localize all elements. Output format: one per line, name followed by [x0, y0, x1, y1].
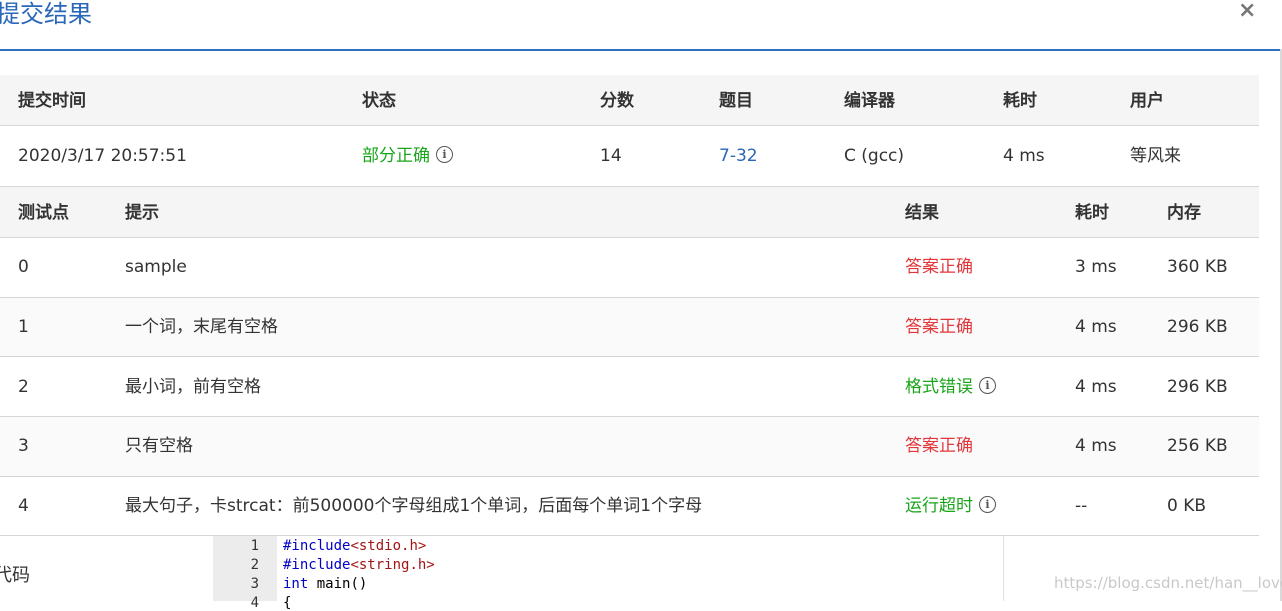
watermark: https://blog.csdn.net/han__love [1054, 574, 1282, 592]
line-number: 2 [250, 557, 259, 573]
testcase-result: 答案正确 [905, 257, 973, 277]
testcase-memory: 296 KB [1167, 317, 1228, 337]
testcase-id: 0 [18, 257, 29, 277]
code-line[interactable]: #include<stdio.h> [283, 538, 426, 554]
testcase-elapsed: -- [1075, 496, 1088, 516]
header-submit-time: 提交时间 [18, 91, 86, 111]
row-divider [0, 186, 1259, 187]
header-status: 状态 [362, 91, 396, 111]
code-header: <stdio.h> [350, 538, 427, 554]
line-number: 1 [250, 538, 259, 554]
header-testcase: 测试点 [18, 203, 69, 223]
info-circle-icon[interactable]: i [979, 495, 996, 513]
testcase-result: 答案正确 [905, 317, 973, 337]
row-divider [0, 237, 1259, 238]
testcase-memory: 0 KB [1167, 496, 1207, 516]
title-divider [0, 49, 1280, 51]
line-number: 3 [250, 576, 259, 592]
code-line[interactable]: int main() [283, 576, 367, 592]
header-elapsed: 耗时 [1003, 91, 1037, 111]
code-header: <string.h> [350, 557, 435, 573]
testcase-memory: 360 KB [1167, 257, 1228, 277]
header-score: 分数 [600, 91, 634, 111]
code-keyword: int [283, 576, 309, 592]
testcase-result: 答案正确 [905, 436, 973, 456]
row-divider [0, 356, 1259, 357]
code-directive: #include [283, 557, 351, 573]
row-divider [0, 535, 1259, 536]
testcase-elapsed: 4 ms [1075, 317, 1117, 337]
header-case-elapsed: 耗时 [1075, 203, 1109, 223]
code-directive: #include [283, 538, 351, 554]
code-text: main() [308, 576, 368, 592]
compiler-value: C (gcc) [844, 146, 905, 166]
header-user: 用户 [1130, 91, 1164, 111]
header-compiler: 编译器 [844, 91, 895, 111]
testcase-id: 4 [18, 496, 29, 516]
header-hint: 提示 [125, 203, 159, 223]
header-result: 结果 [905, 203, 939, 223]
testcase-id: 3 [18, 436, 29, 456]
status-text: 部分正确 [362, 146, 430, 166]
testcase-elapsed: 4 ms [1075, 436, 1117, 456]
testcase-result: 格式错误 [905, 377, 973, 397]
code-text: { [283, 595, 292, 611]
info-circle-icon[interactable]: i [436, 145, 453, 163]
score-value: 14 [600, 146, 622, 166]
testcase-memory: 296 KB [1167, 377, 1228, 397]
user-name: 等风来 [1130, 146, 1181, 166]
header-problem: 题目 [719, 91, 753, 111]
code-panel-divider [1003, 536, 1004, 601]
testcase-elapsed: 3 ms [1075, 257, 1117, 277]
code-line[interactable]: #include<string.h> [283, 557, 435, 573]
testcase-result-cell[interactable]: 格式错误 i [905, 376, 996, 398]
testcase-hint: 最大句子，卡strcat：前500000个字母组成1个单词，后面每个单词1个字母 [125, 496, 703, 516]
testcase-header-row [0, 186, 1259, 237]
header-memory: 内存 [1167, 203, 1201, 223]
line-number: 4 [250, 595, 259, 611]
row-divider [0, 125, 1259, 126]
testcase-elapsed: 4 ms [1075, 377, 1117, 397]
testcase-hint: 只有空格 [125, 436, 193, 456]
testcase-hint: sample [125, 257, 187, 277]
testcase-id: 2 [18, 377, 29, 397]
testcase-result: 运行超时 [905, 496, 973, 516]
elapsed-value: 4 ms [1003, 146, 1045, 166]
info-circle-icon[interactable]: i [979, 376, 996, 394]
testcase-hint: 最小词，前有空格 [125, 377, 261, 397]
modal-title: 提交结果 [0, 0, 92, 28]
testcase-hint: 一个词，末尾有空格 [125, 317, 278, 337]
row-divider [0, 476, 1259, 477]
close-icon[interactable]: × [1238, 0, 1256, 22]
testcase-result-cell[interactable]: 运行超时 i [905, 495, 996, 517]
testcase-memory: 256 KB [1167, 436, 1228, 456]
testcase-id: 1 [18, 317, 29, 337]
problem-link[interactable]: 7-32 [719, 145, 758, 167]
code-label: 代码 [0, 565, 30, 586]
submit-time: 2020/3/17 20:57:51 [18, 146, 187, 166]
submission-status[interactable]: 部分正确 i [362, 145, 453, 167]
code-line[interactable]: { [283, 595, 291, 611]
